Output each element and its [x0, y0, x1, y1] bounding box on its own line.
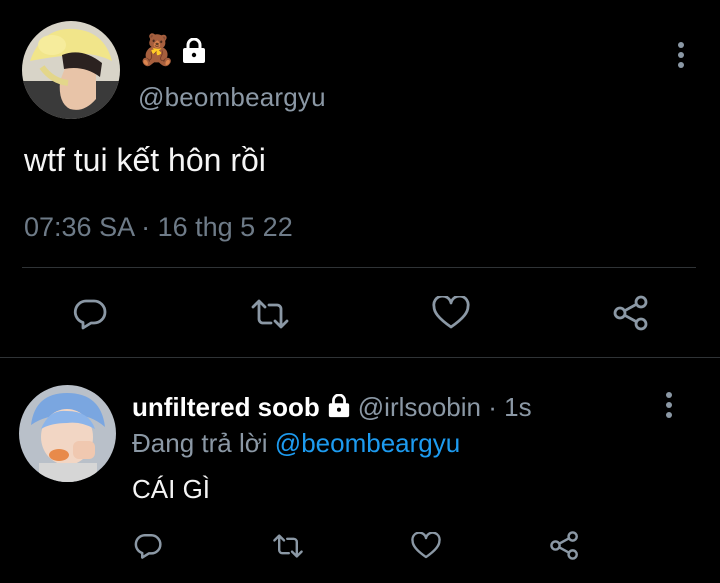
- lock-icon: [326, 393, 352, 418]
- replying-label: Đang trả lời: [132, 428, 268, 458]
- mention-link[interactable]: @beombeargyu: [275, 428, 460, 458]
- retweet-icon[interactable]: [250, 298, 290, 330]
- user-handle[interactable]: @beombeargyu: [138, 82, 326, 113]
- divider: [22, 267, 696, 268]
- more-vertical-icon[interactable]: [674, 40, 688, 70]
- replying-to-line: Đang trả lời @beombeargyu: [132, 428, 460, 459]
- share-icon[interactable]: [549, 530, 580, 561]
- retweet-icon[interactable]: [272, 533, 304, 559]
- reply-display-name[interactable]: unfiltered soob: [132, 392, 320, 422]
- more-vertical-icon[interactable]: [662, 390, 676, 420]
- tweet-text: wtf tui kết hôn rồi: [24, 142, 266, 178]
- avatar[interactable]: [22, 21, 120, 119]
- reply-icon[interactable]: [133, 532, 163, 560]
- reply-icon[interactable]: [72, 297, 108, 331]
- like-icon[interactable]: [411, 532, 441, 560]
- reply-text: CÁI GÌ: [132, 474, 211, 504]
- reply-header: unfiltered soob @irlsoobin · 1s: [132, 392, 532, 423]
- bear-emoji: 🧸: [138, 34, 176, 67]
- tweet-timestamp[interactable]: 07:36 SA · 16 thg 5 22: [24, 212, 293, 243]
- share-icon[interactable]: [612, 294, 650, 332]
- divider: [0, 357, 720, 358]
- lock-icon: [180, 37, 208, 64]
- like-icon[interactable]: [432, 296, 470, 330]
- reply-handle-time[interactable]: @irlsoobin · 1s: [358, 392, 532, 422]
- avatar[interactable]: [19, 385, 116, 482]
